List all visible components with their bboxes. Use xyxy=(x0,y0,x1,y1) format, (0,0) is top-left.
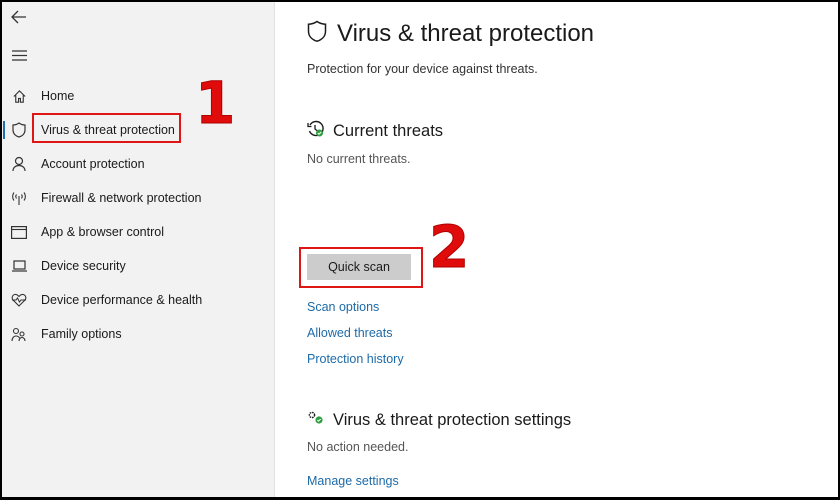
protection-history-link[interactable]: Protection history xyxy=(307,352,404,366)
sidebar-item-account-protection[interactable]: Account protection xyxy=(2,149,274,179)
sidebar-item-label: Firewall & network protection xyxy=(41,191,202,205)
laptop-icon xyxy=(10,257,28,275)
shield-icon xyxy=(10,121,28,139)
current-threats-title: Current threats xyxy=(333,122,444,140)
person-icon xyxy=(10,155,28,173)
scan-options-link[interactable]: Scan options xyxy=(307,300,379,314)
step-number-1: 1 xyxy=(194,69,236,137)
sidebar-item-label: App & browser control xyxy=(41,225,164,239)
allowed-threats-link[interactable]: Allowed threats xyxy=(307,326,392,340)
settings-gear-icon xyxy=(307,410,325,431)
settings-status: No action needed. xyxy=(307,440,409,454)
step-number-2: 2 xyxy=(428,213,470,281)
page-title-text: Virus & threat protection xyxy=(337,20,595,47)
sidebar-item-app-browser-control[interactable]: App & browser control xyxy=(2,217,274,247)
highlight-box-step-2 xyxy=(299,247,423,288)
scan-history-icon xyxy=(307,120,325,143)
page-subtitle: Protection for your device against threa… xyxy=(307,62,538,76)
sidebar-item-label: Home xyxy=(41,89,75,103)
manage-settings-link[interactable]: Manage settings xyxy=(307,474,399,488)
current-threats-heading: Current threats xyxy=(307,120,443,143)
back-arrow-icon[interactable] xyxy=(8,6,30,28)
sidebar-item-device-security[interactable]: Device security xyxy=(2,251,274,281)
sidebar-item-label: Device performance & health xyxy=(41,293,203,307)
hamburger-menu-icon[interactable] xyxy=(8,44,30,66)
family-icon xyxy=(10,325,28,343)
window: Home Virus & threat protection Account p… xyxy=(2,2,838,497)
highlight-box-step-1 xyxy=(32,113,181,143)
shield-icon xyxy=(307,20,327,48)
sidebar-item-label: Device security xyxy=(41,259,126,273)
settings-title: Virus & threat protection settings xyxy=(333,411,572,429)
wifi-antenna-icon xyxy=(10,189,28,207)
current-threats-status: No current threats. xyxy=(307,152,411,166)
page-title: Virus & threat protection xyxy=(307,20,594,48)
home-icon xyxy=(10,87,28,105)
heart-pulse-icon xyxy=(10,291,28,309)
sidebar-item-label: Account protection xyxy=(41,157,145,171)
sidebar-item-firewall-network-protection[interactable]: Firewall & network protection xyxy=(2,183,274,213)
sidebar: Home Virus & threat protection Account p… xyxy=(2,2,275,497)
settings-heading: Virus & threat protection settings xyxy=(307,410,571,431)
browser-window-icon xyxy=(10,223,28,241)
sidebar-item-label: Family options xyxy=(41,327,122,341)
sidebar-item-device-performance-health[interactable]: Device performance & health xyxy=(2,285,274,315)
main-content: Virus & threat protection Protection for… xyxy=(275,2,838,497)
sidebar-item-family-options[interactable]: Family options xyxy=(2,319,274,349)
